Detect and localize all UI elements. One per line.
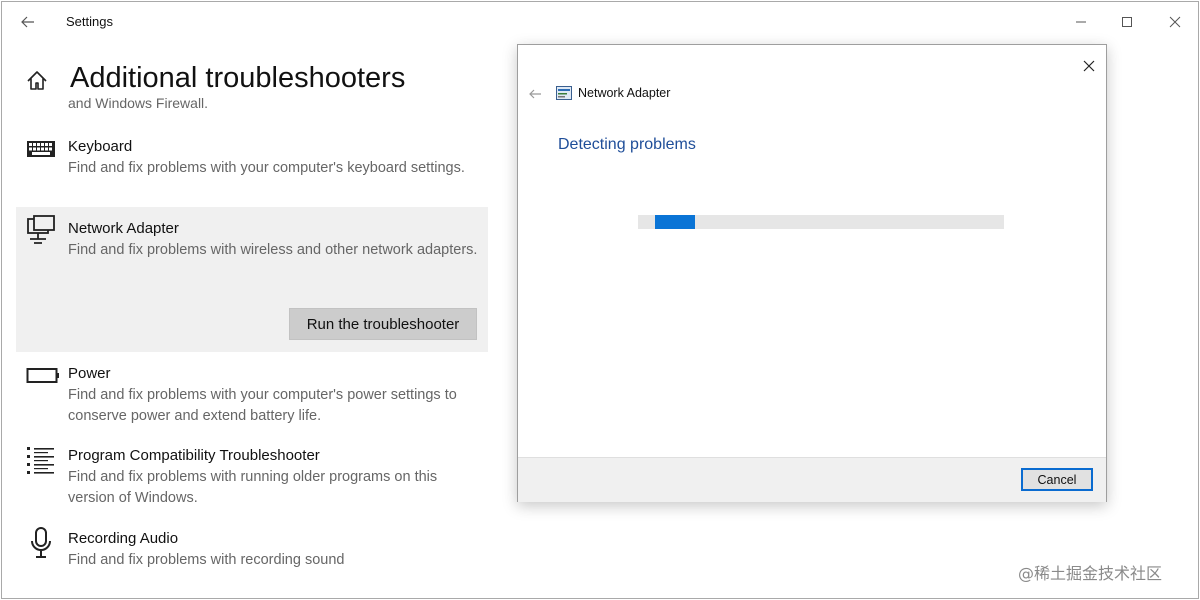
- troubleshooter-name: Power: [68, 365, 111, 382]
- troubleshooter-network-adapter[interactable]: Network Adapter Find and fix problems wi…: [16, 207, 488, 352]
- troubleshooter-name: Keyboard: [68, 138, 133, 155]
- title-bar: Settings: [2, 2, 1198, 42]
- troubleshooter-recording-audio[interactable]: Recording Audio Find and fix problems wi…: [16, 522, 488, 582]
- battery-icon: [26, 365, 59, 395]
- troubleshooter-description: Find and fix problems with your computer…: [68, 160, 465, 176]
- next-item-peek: [32, 592, 202, 598]
- clipped-description: and Windows Firewall.: [68, 98, 209, 110]
- close-icon: [1169, 16, 1181, 28]
- back-arrow-icon: [21, 16, 34, 28]
- network-adapter-dialog: Network Adapter Detecting problems Cance…: [517, 44, 1107, 502]
- troubleshooter-description: Find and fix problems with running older…: [68, 469, 438, 506]
- troubleshooter-keyboard[interactable]: Keyboard Find and fix problems with your…: [16, 130, 488, 204]
- dialog-heading: Detecting problems: [558, 136, 696, 153]
- back-arrow-icon: [529, 89, 541, 99]
- progress-bar: [638, 215, 1004, 229]
- troubleshooter-app-icon: [556, 86, 572, 100]
- window-title: Settings: [66, 14, 113, 29]
- watermark: @稀土掘金技术社区: [1018, 564, 1163, 583]
- dialog-close-button[interactable]: [1074, 51, 1104, 81]
- cancel-button[interactable]: Cancel: [1021, 468, 1093, 491]
- microphone-icon: [26, 526, 56, 558]
- troubleshooter-program-compatibility[interactable]: Program Compatibility Troubleshooter Fin…: [16, 439, 488, 519]
- close-button[interactable]: [1152, 2, 1198, 42]
- troubleshooter-description: Find and fix problems with recording sou…: [68, 552, 345, 568]
- home-icon[interactable]: [24, 68, 50, 94]
- troubleshooter-name: Recording Audio: [68, 530, 179, 547]
- troubleshooter-name: Program Compatibility Troubleshooter: [68, 447, 320, 464]
- network-adapter-icon: [26, 215, 56, 245]
- progress-bar-fill: [655, 215, 695, 229]
- run-troubleshooter-button[interactable]: Run the troubleshooter: [289, 308, 477, 340]
- close-icon: [1083, 60, 1095, 72]
- troubleshooter-description: Find and fix problems with wireless and …: [68, 242, 478, 258]
- back-button[interactable]: [16, 10, 40, 34]
- dialog-title: Network Adapter: [578, 86, 671, 100]
- minimize-button[interactable]: [1058, 2, 1104, 42]
- keyboard-icon: [26, 138, 56, 168]
- troubleshooter-description: Find and fix problems with your computer…: [68, 387, 457, 424]
- dialog-footer: Cancel: [518, 457, 1106, 502]
- maximize-button[interactable]: [1104, 2, 1150, 42]
- troubleshooter-power[interactable]: Power Find and fix problems with your co…: [16, 357, 488, 437]
- maximize-icon: [1122, 17, 1132, 27]
- list-icon: [26, 445, 56, 475]
- troubleshooter-name: Network Adapter: [68, 220, 179, 237]
- minimize-icon: [1076, 21, 1086, 23]
- dialog-back-button[interactable]: [524, 83, 546, 105]
- page-title: Additional troubleshooters: [70, 62, 406, 94]
